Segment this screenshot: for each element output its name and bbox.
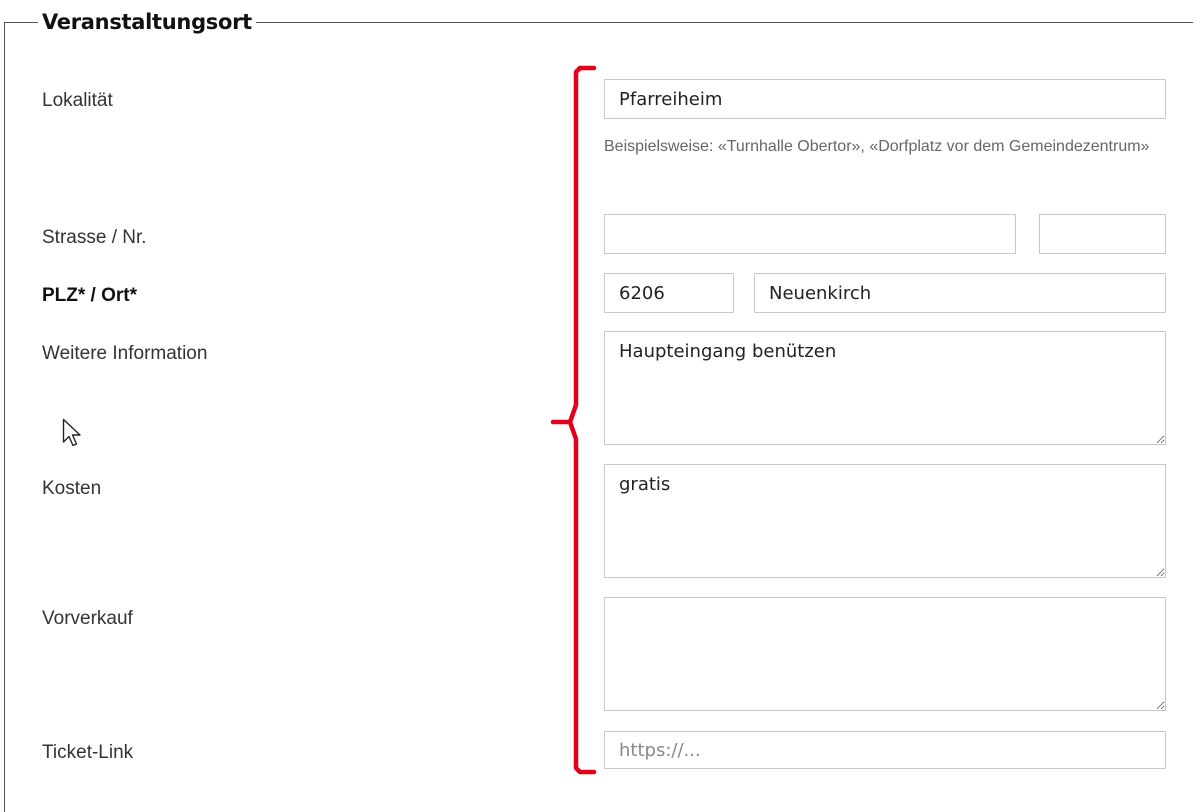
label-vorverkauf: Vorverkauf <box>42 608 133 629</box>
lokalitaet-help-text: Beispielsweise: «Turnhalle Obertor», «Do… <box>604 138 1150 155</box>
brace-path <box>550 65 597 775</box>
lokalitaet-input[interactable] <box>604 79 1166 119</box>
label-ticket-link: Ticket-Link <box>42 742 134 763</box>
label-strasse: Strasse / Nr. <box>42 227 147 248</box>
street-number-input[interactable] <box>1039 214 1166 254</box>
weitere-information-textarea[interactable]: Haupteingang benützen <box>604 331 1166 445</box>
kosten-textarea[interactable]: gratis <box>604 464 1166 578</box>
label-lokalitaet: Lokalität <box>42 90 113 111</box>
label-plz-ort: PLZ* / Ort* <box>42 285 138 306</box>
section-legend: Veranstaltungsort <box>38 8 256 36</box>
label-weitere-information: Weitere Information <box>42 343 208 364</box>
red-brace-annotation <box>550 60 610 785</box>
street-input[interactable] <box>604 214 1016 254</box>
ticket-link-input[interactable] <box>604 731 1166 769</box>
ort-input[interactable] <box>754 273 1166 313</box>
vorverkauf-textarea[interactable] <box>604 597 1166 711</box>
plz-input[interactable] <box>604 273 734 313</box>
mouse-pointer-icon <box>62 418 84 455</box>
label-kosten: Kosten <box>42 478 102 499</box>
